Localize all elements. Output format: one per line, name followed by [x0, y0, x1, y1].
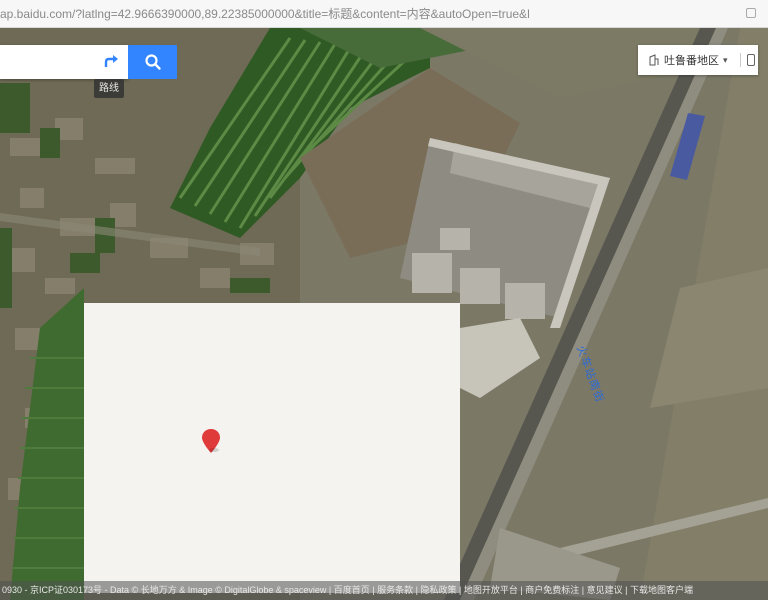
footer-copyright: 0930 - 京ICP证030173号 - Data © 长地万方 & Imag… [2, 585, 327, 595]
footer-link[interactable]: 地图开放平台 [464, 585, 518, 595]
footer-link[interactable]: 商户免费标注 [525, 585, 579, 595]
phone-icon[interactable] [746, 54, 755, 66]
map-footer: 0930 - 京ICP证030173号 - Data © 长地万方 & Imag… [0, 581, 768, 600]
browser-address-bar[interactable]: ap.baidu.com/?latlng=42.9666390000,89.22… [0, 0, 768, 28]
url-text[interactable]: ap.baidu.com/?latlng=42.9666390000,89.22… [0, 5, 530, 22]
footer-link[interactable]: 百度首页 [334, 585, 370, 595]
reader-icon[interactable] [746, 8, 756, 18]
chevron-down-icon: ▾ [723, 54, 728, 65]
info-window [84, 303, 460, 593]
city-label: 吐鲁番地区 [664, 55, 719, 67]
search-button[interactable] [128, 45, 177, 79]
footer-link[interactable]: 服务条款 [377, 585, 413, 595]
city-selector[interactable]: 吐鲁番地区 ▾ [638, 45, 758, 75]
footer-link[interactable]: 隐私政策 [421, 585, 457, 595]
building-icon [649, 54, 659, 66]
route-icon[interactable] [101, 52, 121, 72]
divider [739, 53, 741, 67]
footer-link[interactable]: 下载地图客户端 [630, 585, 693, 595]
footer-link[interactable]: 意见建议 [587, 585, 623, 595]
route-tooltip: 路线 [94, 79, 124, 98]
search-icon [144, 54, 161, 70]
map-marker-icon[interactable] [201, 428, 221, 454]
